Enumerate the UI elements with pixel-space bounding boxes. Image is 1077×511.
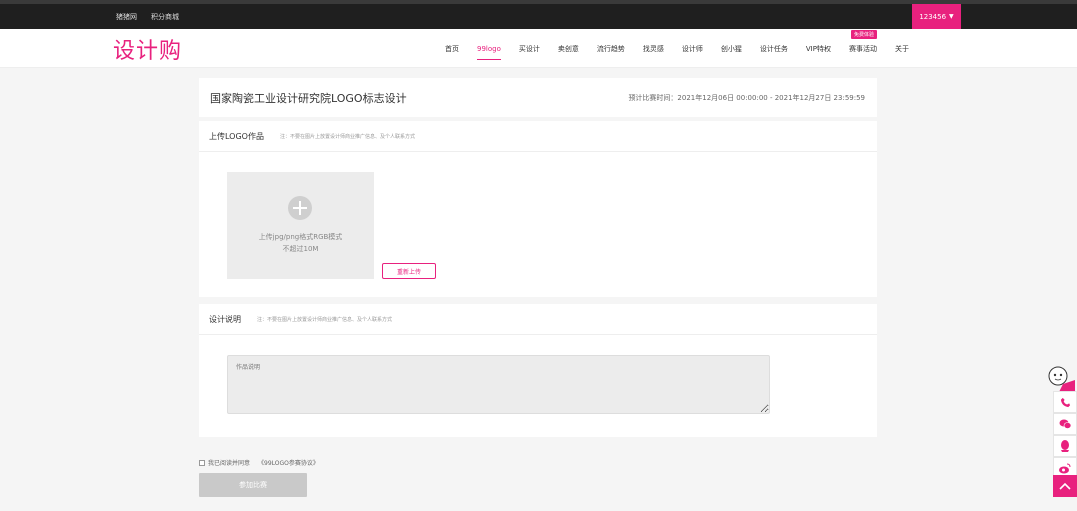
description-section-header: 设计说明 注：不要在图片上放置设计师商业推广信息、及个人联系方式 [199,304,877,335]
description-textarea[interactable] [227,355,770,414]
qq-icon[interactable] [1053,435,1077,457]
nav-buy-design[interactable]: 买设计 [519,29,540,68]
agreement-link[interactable]: 《99LOGO参赛协议》 [258,458,319,467]
nav-chuangxiaoxing[interactable]: 创小猩 [721,29,742,68]
nav-home[interactable]: 首页 [445,29,459,68]
upload-hint-format: 上传jpg/png格式RGB模式 [258,233,343,241]
agreement-label: 我已阅读并同意 [208,460,251,467]
description-section-title: 设计说明 [209,315,241,324]
username: 123456 [919,12,947,21]
description-section: 设计说明 注：不要在图片上放置设计师商业推广信息、及个人联系方式 [199,304,877,437]
nav-about[interactable]: 关于 [895,29,909,68]
back-to-top-icon[interactable] [1053,475,1077,497]
upload-section: 上传LOGO作品 注：不要在图片上放置设计师商业推广信息、及个人联系方式 上传j… [199,121,877,297]
upload-section-title: 上传LOGO作品 [209,132,264,141]
nav-design-tasks[interactable]: 设计任务 [760,29,788,68]
agreement-row: 我已阅读并同意 《99LOGO参赛协议》 [199,458,319,467]
contest-title-card: 国家陶瓷工业设计研究院LOGO标志设计 预计比赛时间：2021年12月06日 0… [199,78,877,117]
agreement-checkbox[interactable] [199,459,205,466]
site-logo[interactable]: 设计购 [113,33,182,65]
contest-title: 国家陶瓷工业设计研究院LOGO标志设计 [210,92,407,105]
nav-trends[interactable]: 流行趋势 [597,29,625,68]
mascot-icon[interactable] [1045,364,1077,392]
nav-vip[interactable]: VIP特权 [806,29,831,68]
upload-section-header: 上传LOGO作品 注：不要在图片上放置设计师商业推广信息、及个人联系方式 [199,121,877,152]
main-header: 设计购 首页 99logo 买设计 卖创意 流行趋势 找灵感 设计师 创小猩 设… [0,29,1077,68]
upload-section-note: 注：不要在图片上放置设计师商业推广信息、及个人联系方式 [280,134,416,140]
join-contest-button[interactable]: 参加比赛 [199,473,307,497]
plus-icon [288,196,312,220]
description-section-note: 注：不要在图片上放置设计师商业推广信息、及个人联系方式 [257,317,393,323]
logo-upload-area[interactable]: 上传jpg/png格式RGB模式 不超过10M [227,172,374,279]
upload-hint-size: 不超过10M [282,245,319,253]
nav-99logo[interactable]: 99logo [477,29,501,68]
user-menu[interactable]: 123456 ▼ [912,4,961,29]
nav-designers[interactable]: 设计师 [682,29,703,68]
top-link-site[interactable]: 猪猪网 [116,12,137,22]
top-link-points-mall[interactable]: 积分商城 [151,12,179,22]
vip-free-trial-badge: 免费体验 [851,30,878,39]
contest-time: 预计比赛时间：2021年12月06日 00:00:00 - 2021年12月27… [628,94,865,102]
caret-down-icon: ▼ [949,13,954,20]
top-bar: 猪猪网 积分商城 123456 ▼ [0,0,1077,29]
nav-inspiration[interactable]: 找灵感 [643,29,664,68]
phone-icon[interactable] [1053,391,1077,413]
nav-sell-idea[interactable]: 卖创意 [558,29,579,68]
main-nav: 首页 99logo 买设计 卖创意 流行趋势 找灵感 设计师 创小猩 设计任务 … [436,29,918,68]
top-links: 猪猪网 积分商城 [116,4,179,29]
wechat-icon[interactable] [1053,413,1077,435]
reupload-button[interactable]: 重新上传 [382,263,436,279]
